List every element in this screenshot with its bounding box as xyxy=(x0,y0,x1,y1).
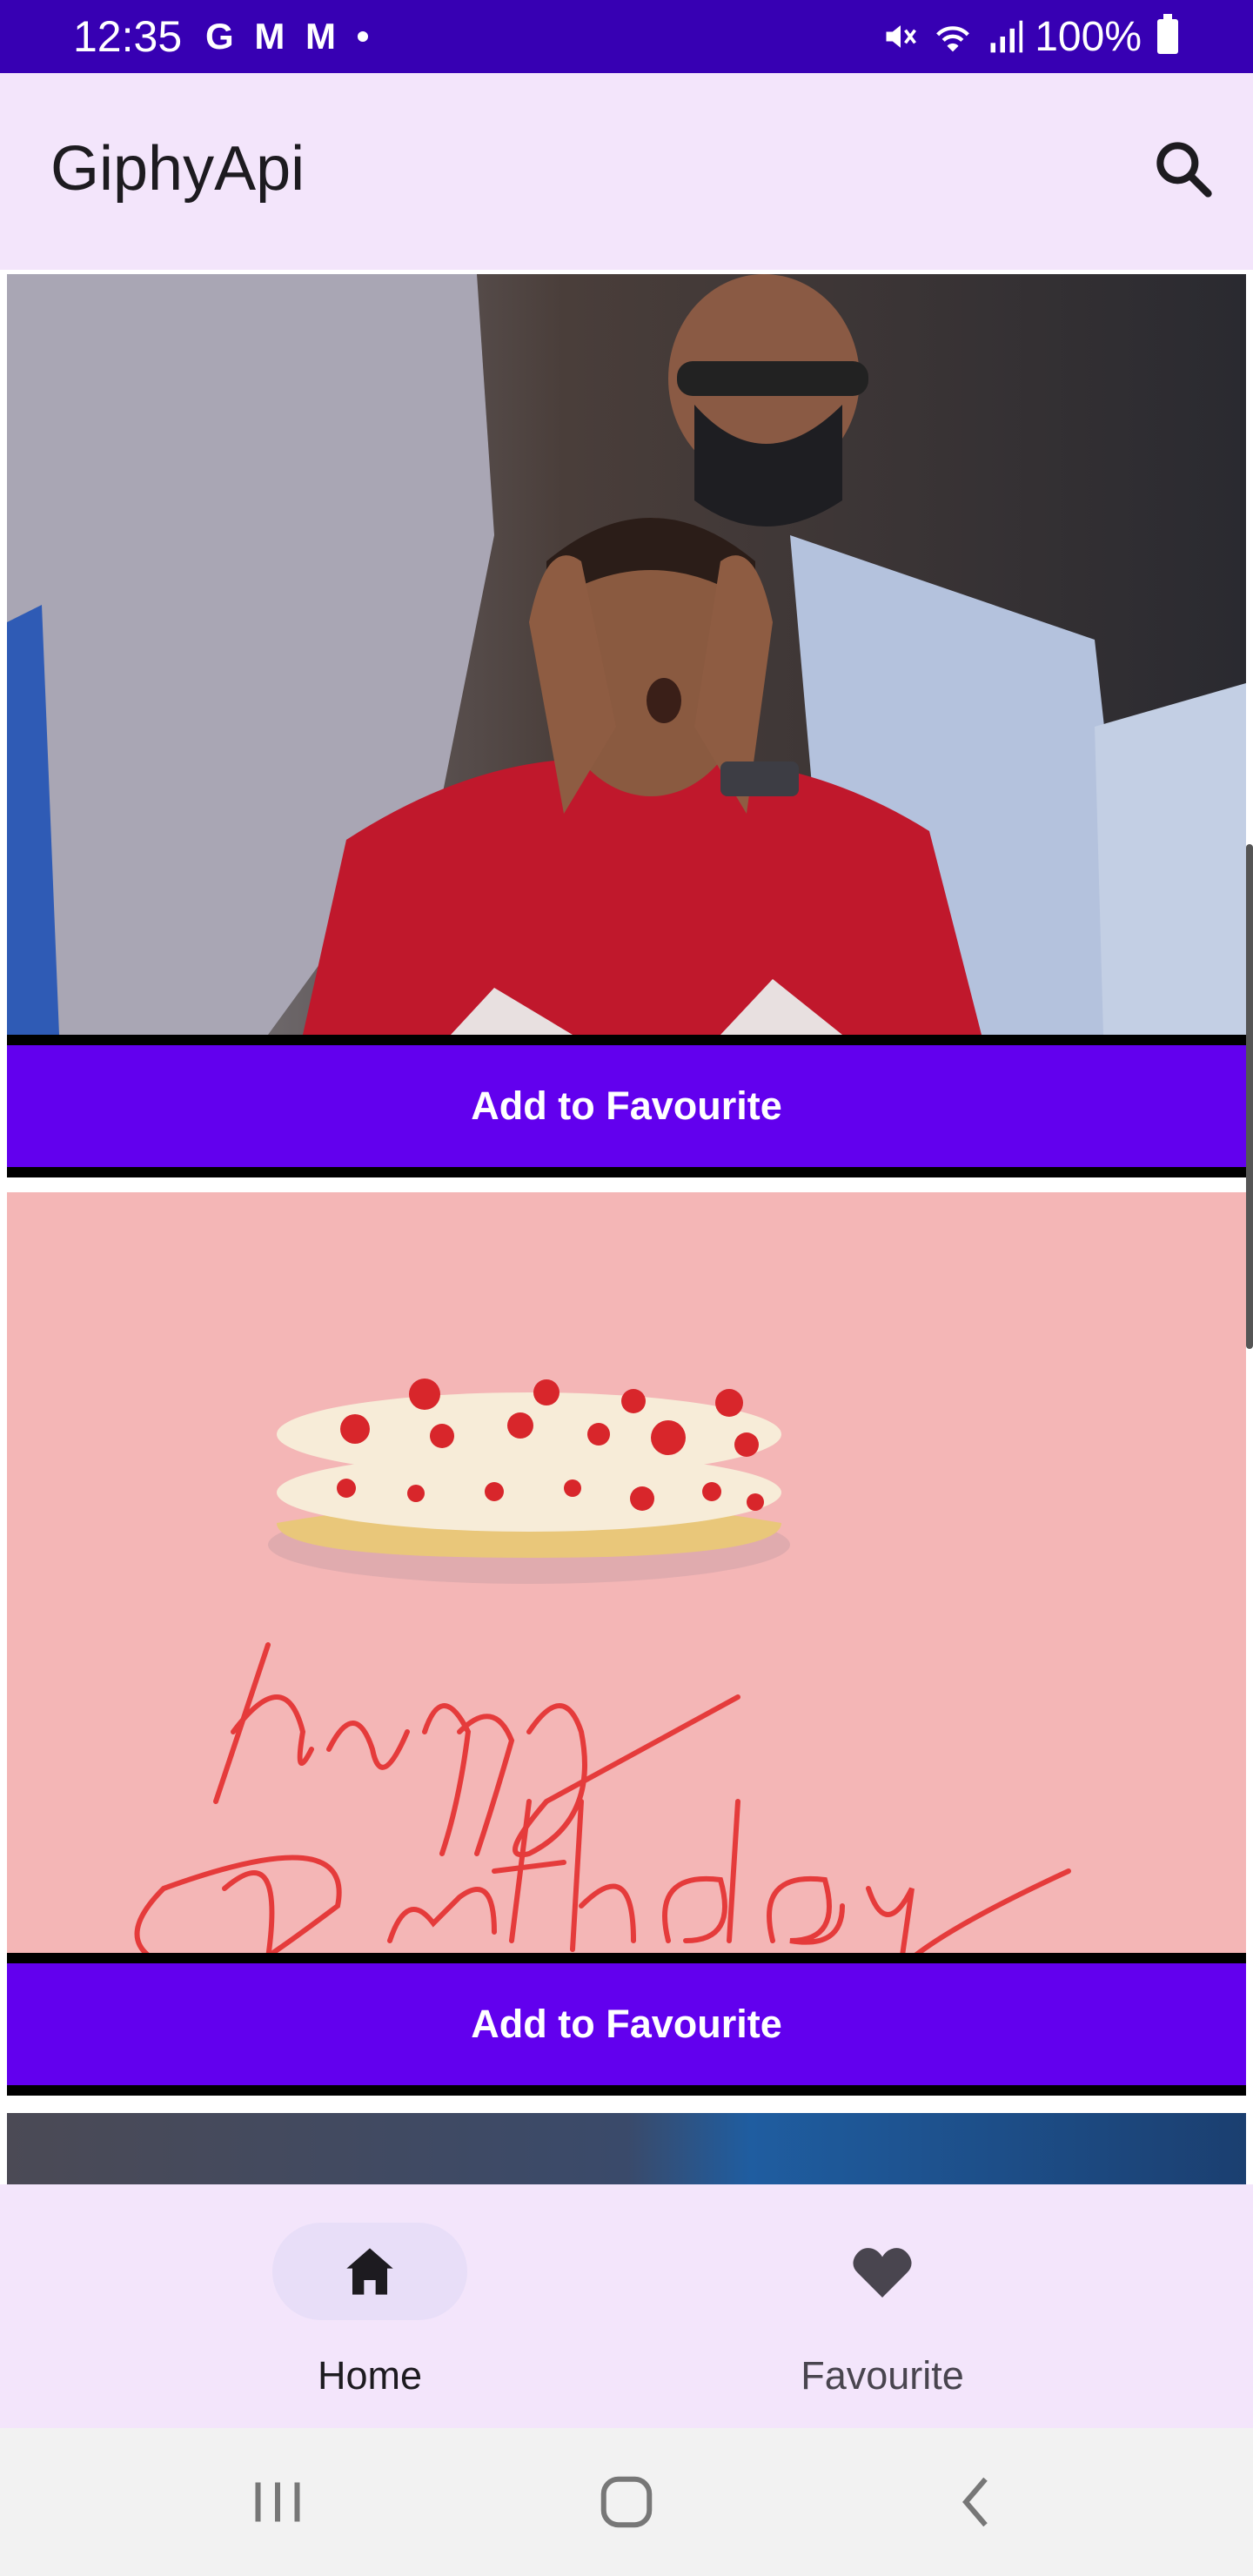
status-bar: 12:35 G M M • 100% xyxy=(0,0,1253,73)
search-icon xyxy=(1156,142,1212,198)
wifi-icon xyxy=(936,26,970,52)
gif-image xyxy=(7,2113,1246,2184)
notification-icons: G M M • xyxy=(205,16,375,57)
nav-item-favourite[interactable]: Favourite xyxy=(691,2184,1074,2428)
heart-icon xyxy=(853,2248,912,2298)
gif-list[interactable]: Add to Favourite Add to Favourite xyxy=(0,270,1253,2184)
button-label: Add to Favourite xyxy=(471,2002,782,2046)
mute-icon xyxy=(886,25,917,48)
signal-icon xyxy=(990,20,1023,53)
bottom-navigation: Home Favourite xyxy=(0,2184,1253,2428)
nav-label-favourite: Favourite xyxy=(801,2353,964,2398)
scrollbar[interactable] xyxy=(1246,844,1253,1349)
add-to-favourite-button[interactable]: Add to Favourite xyxy=(7,1953,1246,2096)
battery-icon xyxy=(1157,14,1178,54)
search-button[interactable] xyxy=(1149,134,1218,204)
recents-icon[interactable] xyxy=(238,2463,317,2541)
back-icon[interactable] xyxy=(940,2463,1018,2541)
nav-label-home: Home xyxy=(317,2353,423,2398)
gif-image xyxy=(7,1192,1246,1953)
gif-image xyxy=(7,274,1246,1035)
nav-item-home[interactable]: Home xyxy=(178,2184,561,2428)
top-app-bar: GiphyApi xyxy=(0,73,1253,270)
button-label: Add to Favourite xyxy=(471,1083,782,1128)
app-title: GiphyApi xyxy=(50,134,305,204)
status-icons: 100% xyxy=(881,10,1178,63)
system-navigation-bar xyxy=(0,2428,1253,2576)
home-circle-icon[interactable] xyxy=(587,2463,666,2541)
clock: 12:35 xyxy=(73,12,183,61)
add-to-favourite-button[interactable]: Add to Favourite xyxy=(7,1035,1246,1177)
battery-percent: 100% xyxy=(1035,13,1142,60)
home-icon xyxy=(346,2248,393,2295)
